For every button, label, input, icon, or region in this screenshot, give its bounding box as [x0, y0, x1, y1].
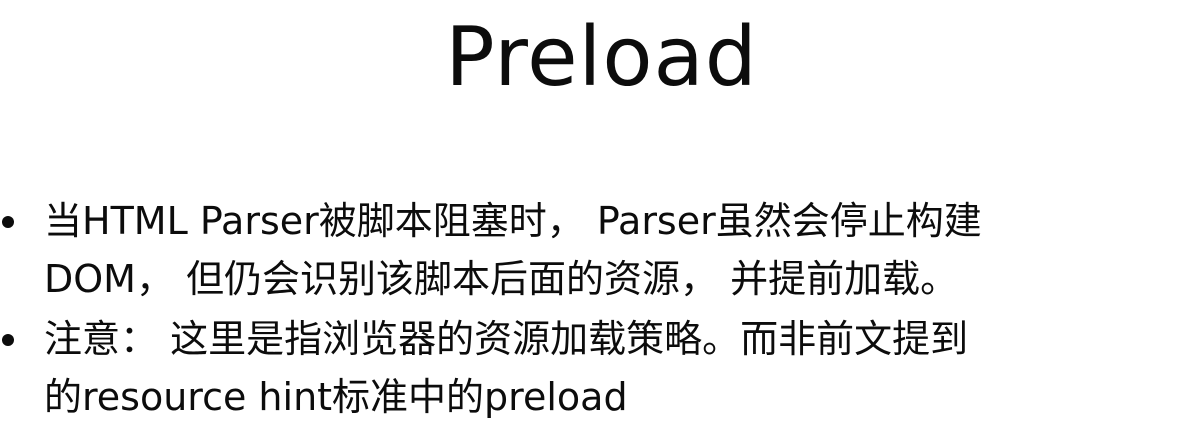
bullet-text-line: 当HTML Parser被脚本阻塞时， Parser虽然会停止构建: [44, 199, 982, 243]
bullet-dot-icon: [2, 216, 14, 228]
bullet-item-note: 注意： 这里是指浏览器的资源加载策略。而非前文提到 的resource hint…: [0, 310, 1203, 426]
bullet-text-line: 注意： 这里是指浏览器的资源加载策略。而非前文提到: [44, 317, 969, 361]
bullet-item-parser-blocking: 当HTML Parser被脚本阻塞时， Parser虽然会停止构建 DOM， 但…: [0, 192, 1203, 308]
slide-title: Preload: [445, 10, 758, 105]
bullet-dot-icon: [2, 334, 14, 346]
bullet-text-line: 的resource hint标准中的preload: [44, 375, 628, 419]
bullet-text-line: DOM， 但仍会识别该脚本后面的资源， 并提前加载。: [44, 257, 959, 301]
presentation-slide: Preload 当HTML Parser被脚本阻塞时， Parser虽然会停止构…: [0, 0, 1203, 440]
bullet-list: 当HTML Parser被脚本阻塞时， Parser虽然会停止构建 DOM， 但…: [0, 192, 1203, 426]
